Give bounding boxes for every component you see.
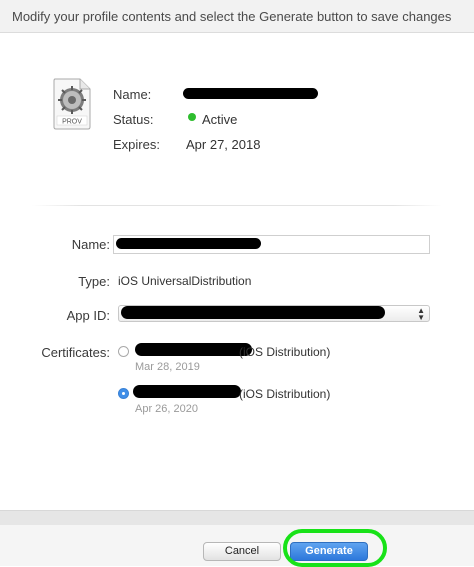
app-id-field-label: App ID: bbox=[66, 308, 110, 323]
name-field-label: Name: bbox=[71, 237, 110, 252]
certificate-date: Apr 26, 2020 bbox=[135, 403, 198, 415]
instruction-text: Modify your profile contents and select … bbox=[12, 9, 452, 24]
certificates-field-label: Certificates: bbox=[41, 345, 110, 360]
select-arrows-icon: ▲ ▼ bbox=[417, 306, 425, 322]
instruction-bar: Modify your profile contents and select … bbox=[0, 0, 474, 33]
certificate-type: (iOS Distribution) bbox=[239, 345, 331, 359]
redacted-app-id-value bbox=[121, 306, 385, 319]
summary-status-label: Status: bbox=[113, 112, 154, 127]
generate-button[interactable]: Generate bbox=[290, 542, 368, 561]
redacted-name-input-value bbox=[116, 238, 261, 249]
summary-name-label: Name: bbox=[113, 87, 152, 102]
redacted-certificate-name bbox=[135, 343, 252, 356]
type-value: iOS UniversalDistribution bbox=[118, 274, 252, 288]
status-active-indicator bbox=[188, 113, 196, 121]
type-field-label: Type: bbox=[78, 274, 110, 289]
expires-value: Apr 27, 2018 bbox=[186, 137, 261, 152]
certificate-type: (iOS Distribution) bbox=[239, 387, 331, 401]
cancel-button[interactable]: Cancel bbox=[203, 542, 281, 561]
prov-icon-text: PROV bbox=[62, 119, 82, 126]
redacted-profile-name bbox=[183, 88, 318, 99]
certificate-radio-selected[interactable] bbox=[118, 388, 129, 399]
provisioning-profile-icon: PROV bbox=[50, 77, 94, 131]
certificate-radio[interactable] bbox=[118, 346, 129, 357]
section-divider bbox=[32, 205, 442, 206]
summary-expires-label: Expires: bbox=[113, 137, 160, 152]
certificate-date: Mar 28, 2019 bbox=[135, 361, 200, 373]
status-value: Active bbox=[202, 112, 238, 127]
footer-divider bbox=[0, 510, 474, 526]
redacted-certificate-name bbox=[133, 385, 241, 398]
